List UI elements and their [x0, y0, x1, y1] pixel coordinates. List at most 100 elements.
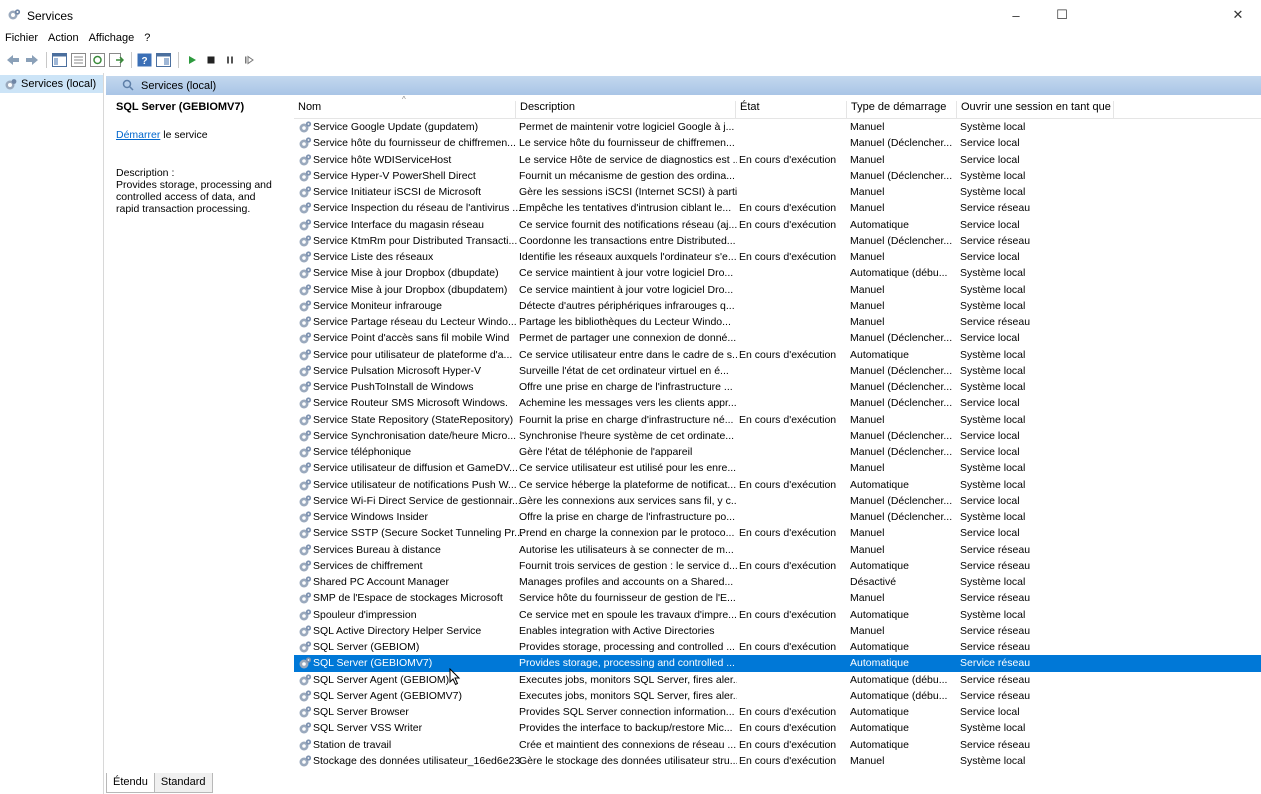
- service-description-cell: Enables integration with Active Director…: [519, 624, 715, 637]
- table-row[interactable]: Service Partage réseau du Lecteur Windo.…: [294, 314, 1261, 330]
- table-row[interactable]: Service hôte du fournisseur de chiffreme…: [294, 135, 1261, 151]
- stop-service-icon[interactable]: [202, 52, 219, 69]
- menu-help[interactable]: ?: [139, 30, 155, 48]
- table-row[interactable]: Service PushToInstall de Windows Offre un…: [294, 379, 1261, 395]
- table-row[interactable]: Service KtmRm pour Distributed Transacti…: [294, 233, 1261, 249]
- forward-arrow-icon[interactable]: [23, 52, 40, 69]
- service-state-cell: En cours d'exécution: [739, 754, 837, 767]
- back-arrow-icon[interactable]: [4, 52, 21, 69]
- table-row[interactable]: Services de chiffrement Fournit trois ser…: [294, 558, 1261, 574]
- search-magnifier-icon: [122, 79, 134, 91]
- service-startup-type-cell: Automatique: [850, 478, 909, 491]
- table-row[interactable]: Service téléphonique Gère l'état de télép…: [294, 444, 1261, 460]
- tree-item-services-local[interactable]: Services (local): [0, 75, 103, 93]
- service-gear-icon: [299, 332, 312, 344]
- service-logon-cell: Service local: [960, 153, 1020, 166]
- table-row[interactable]: Service Routeur SMS Microsoft Windows. Ac…: [294, 395, 1261, 411]
- table-row[interactable]: Service Synchronisation date/heure Micro…: [294, 428, 1261, 444]
- service-logon-cell: Système local: [960, 364, 1026, 377]
- service-gear-icon: [299, 300, 312, 312]
- table-row[interactable]: Spouleur d'impression Ce service met en s…: [294, 607, 1261, 623]
- table-row[interactable]: SQL Server Browser Provides SQL Server co…: [294, 704, 1261, 720]
- refresh-icon[interactable]: [89, 52, 106, 69]
- service-description-cell: Crée et maintient des connexions de rése…: [519, 738, 737, 751]
- table-row[interactable]: Service pour utilisateur de plateforme d…: [294, 347, 1261, 363]
- menu-fichier[interactable]: Fichier: [0, 30, 43, 48]
- main-panel: Services (local) SQL Server (GEBIOMV7) D…: [106, 73, 1261, 794]
- close-button[interactable]: ✕: [1215, 0, 1261, 30]
- service-logon-cell: Système local: [960, 413, 1026, 426]
- table-row[interactable]: Service utilisateur de notifications Pus…: [294, 477, 1261, 493]
- show-console-tree-icon[interactable]: [51, 52, 68, 69]
- service-gear-icon: [299, 608, 312, 620]
- export-icon[interactable]: [108, 52, 125, 69]
- column-header-name[interactable]: Nom: [294, 101, 516, 119]
- tab-extended[interactable]: Étendu: [106, 773, 155, 793]
- table-row[interactable]: Service Point d'accès sans fil mobile Wi…: [294, 330, 1261, 346]
- service-description-cell: Ce service héberge la plateforme de noti…: [519, 478, 737, 491]
- table-row[interactable]: Service Wi-Fi Direct Service de gestionn…: [294, 493, 1261, 509]
- table-row[interactable]: SQL Server Agent (GEBIOM) Executes jobs, …: [294, 672, 1261, 688]
- help-icon[interactable]: ?: [136, 52, 153, 69]
- column-header-state[interactable]: État: [736, 101, 847, 119]
- table-row[interactable]: Service Interface du magasin réseau Ce se…: [294, 217, 1261, 233]
- service-gear-icon: [299, 673, 312, 685]
- table-row[interactable]: Service Windows Insider Offre la prise en…: [294, 509, 1261, 525]
- table-row[interactable]: Stockage des données utilisateur_16ed6e2…: [294, 753, 1261, 769]
- table-row[interactable]: Service Mise à jour Dropbox (dbupdate) Ce…: [294, 265, 1261, 281]
- table-row[interactable]: Shared PC Account Manager Manages profile…: [294, 574, 1261, 590]
- column-header-logon-as[interactable]: Ouvrir une session en tant que: [957, 101, 1114, 119]
- service-logon-cell: Service réseau: [960, 202, 1031, 215]
- service-description-cell: Provides storage, processing and control…: [519, 641, 735, 653]
- table-row[interactable]: Service hôte WDIServiceHost Le service Hô…: [294, 152, 1261, 168]
- minimize-button[interactable]: –: [993, 0, 1039, 30]
- table-header: ^ Nom Description État Type de démarrage…: [294, 95, 1261, 119]
- table-row[interactable]: Services Bureau à distance Autorise les u…: [294, 542, 1261, 558]
- service-description-cell: Provides the interface to backup/restore…: [519, 722, 733, 735]
- table-row[interactable]: SQL Server (GEBIOMV7) Provides storage, p…: [294, 655, 1261, 672]
- table-row[interactable]: SQL Server VSS Writer Provides the interf…: [294, 720, 1261, 736]
- service-description-cell: Ce service maintient à jour votre logici…: [519, 267, 734, 280]
- service-name-cell: Service téléphonique: [313, 446, 412, 458]
- resume-service-icon[interactable]: [240, 52, 257, 69]
- properties-icon[interactable]: [70, 52, 87, 69]
- pause-service-icon[interactable]: [221, 52, 238, 69]
- service-startup-type-cell: Automatique (débu...: [850, 267, 948, 280]
- table-row[interactable]: Service Inspection du réseau de l'antivi…: [294, 200, 1261, 216]
- table-row[interactable]: SMP de l'Espace de stockages Microsoft Se…: [294, 590, 1261, 606]
- table-row[interactable]: Service Initiateur iSCSI de Microsoft Gèr…: [294, 184, 1261, 200]
- menu-action[interactable]: Action: [43, 30, 84, 48]
- table-row[interactable]: Service Moniteur infrarouge Détecte d'aut…: [294, 298, 1261, 314]
- table-row[interactable]: Service Pulsation Microsoft Hyper-V Surve…: [294, 363, 1261, 379]
- table-row[interactable]: Service SSTP (Secure Socket Tunneling Pr…: [294, 525, 1261, 541]
- table-row[interactable]: Service utilisateur de diffusion et Game…: [294, 460, 1261, 476]
- service-startup-type-cell: Manuel (Déclencher...: [850, 364, 953, 377]
- table-row[interactable]: Service State Repository (StateRepositor…: [294, 412, 1261, 428]
- table-row[interactable]: SQL Server (GEBIOM) Provides storage, pro…: [294, 639, 1261, 655]
- table-row[interactable]: Service Liste des réseaux Identifie les r…: [294, 249, 1261, 265]
- service-logon-cell: Service réseau: [960, 689, 1031, 702]
- start-service-icon[interactable]: [183, 52, 200, 69]
- service-gear-icon: [299, 560, 312, 572]
- table-row[interactable]: Service Google Update (gupdatem) Permet d…: [294, 119, 1261, 135]
- table-row[interactable]: SQL Server Agent (GEBIOMV7) Executes jobs…: [294, 688, 1261, 704]
- svg-text:?: ?: [142, 56, 148, 67]
- table-row[interactable]: Service Hyper-V PowerShell Direct Fournit…: [294, 168, 1261, 184]
- tab-standard[interactable]: Standard: [153, 773, 213, 793]
- column-header-description[interactable]: Description: [516, 101, 736, 119]
- column-header-startup-type[interactable]: Type de démarrage: [847, 101, 957, 119]
- table-row[interactable]: Service Mise à jour Dropbox (dbupdatem) C…: [294, 282, 1261, 298]
- table-row[interactable]: Station de travail Crée et maintient des …: [294, 737, 1261, 753]
- start-service-link[interactable]: Démarrer: [116, 129, 160, 141]
- service-logon-cell: Service local: [960, 251, 1020, 263]
- maximize-button[interactable]: ☐: [1039, 0, 1085, 30]
- service-logon-cell: Service réseau: [960, 673, 1031, 686]
- service-startup-type-cell: Manuel: [850, 527, 885, 540]
- menu-affichage[interactable]: Affichage: [84, 30, 140, 48]
- service-startup-type-cell: Manuel (Déclencher...: [850, 511, 953, 523]
- service-startup-type-cell: Manuel: [850, 754, 885, 767]
- service-logon-cell: Système local: [960, 576, 1026, 588]
- table-row[interactable]: SQL Active Directory Helper Service Enabl…: [294, 623, 1261, 639]
- console-icon[interactable]: [155, 52, 172, 69]
- service-logon-cell: Service réseau: [960, 543, 1031, 556]
